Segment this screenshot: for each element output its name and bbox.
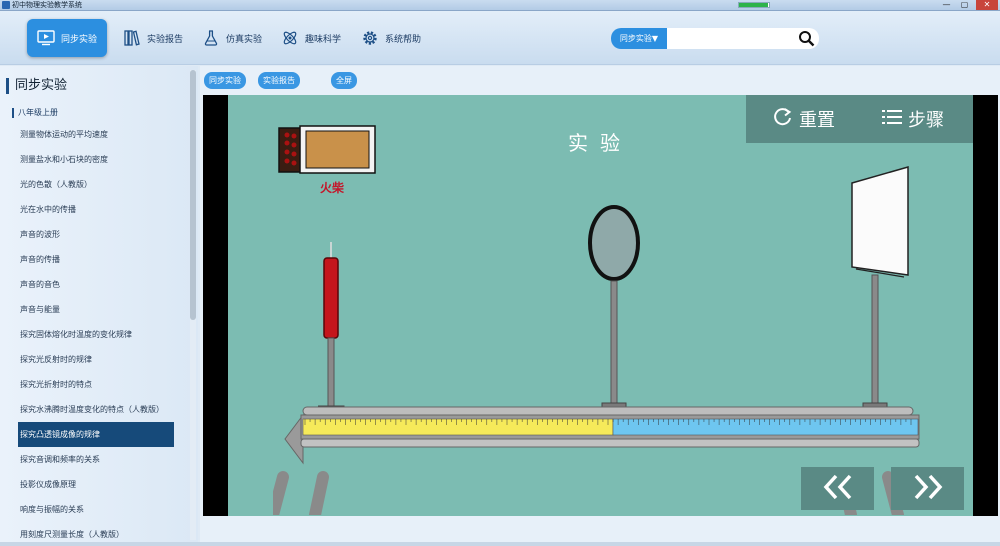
atom-icon xyxy=(281,29,299,47)
steps-label: 步骤 xyxy=(908,110,944,131)
double-chevron-right-icon xyxy=(912,473,944,505)
sidebar-item[interactable]: 用刻度尺测量长度（人教版） xyxy=(18,522,174,542)
app-icon xyxy=(2,1,10,9)
tab-experiment-report[interactable]: 实验报告 xyxy=(258,72,300,89)
experiment-stage: 实验 火柴 重置 步骤 xyxy=(203,95,998,516)
gear-icon xyxy=(361,29,379,47)
nav-sync-experiment[interactable]: 同步实验 xyxy=(27,19,107,57)
sidebar-item[interactable]: 测量物体运动的平均速度 xyxy=(18,122,174,147)
scene-title: 实验 xyxy=(568,131,632,155)
sidebar-item[interactable]: 声音的传播 xyxy=(18,247,174,272)
list-icon xyxy=(882,108,902,131)
scrollbar-thumb[interactable] xyxy=(190,70,196,320)
nav-label: 实验报告 xyxy=(147,34,184,45)
search-icon[interactable] xyxy=(798,30,815,47)
nav-label: 仿真实验 xyxy=(226,34,263,45)
sidebar-item[interactable]: 探究凸透镜成像的规律 xyxy=(18,422,174,447)
matchbox-label: 火柴 xyxy=(320,181,345,195)
nav-experiment-report[interactable]: 实验报告 xyxy=(117,19,189,57)
reset-icon xyxy=(773,107,793,132)
sidebar-item[interactable]: 投影仪成像原理 xyxy=(18,472,174,497)
maximize-button[interactable]: ▢ xyxy=(956,0,973,10)
window-title: 初中物理实验教学系统 xyxy=(12,1,82,9)
nav-system-help[interactable]: 系统帮助 xyxy=(355,19,427,57)
search-input[interactable] xyxy=(669,30,793,47)
sidebar-item[interactable]: 探究光反射时的规律 xyxy=(18,347,174,372)
sidebar-item[interactable]: 声音的波形 xyxy=(18,222,174,247)
tab-sync-experiment[interactable]: 同步实验 xyxy=(204,72,246,89)
monitor-play-icon xyxy=(37,29,55,47)
sidebar-grade-label: 八年级上册 xyxy=(12,108,58,118)
previous-step-button[interactable] xyxy=(801,467,874,510)
books-icon xyxy=(123,29,141,47)
content-area: 同步实验 实验报告 全屏 实验 火柴 重置 步骤 xyxy=(200,66,1000,542)
sidebar-item[interactable]: 响度与振幅的关系 xyxy=(18,497,174,522)
steps-button[interactable]: 步骤 xyxy=(882,105,944,133)
nav-label: 趣味科学 xyxy=(305,34,342,45)
sidebar-item[interactable]: 声音与能量 xyxy=(18,297,174,322)
fullscreen-button[interactable]: 全屏 xyxy=(331,72,357,89)
search-scope-dropdown[interactable]: 同步实验▼ xyxy=(611,28,667,49)
next-step-button[interactable] xyxy=(891,467,964,510)
flask-icon xyxy=(202,29,220,47)
sidebar-item[interactable]: 光在水中的传播 xyxy=(18,197,174,222)
top-navigation: 同步实验 实验报告 仿真实验 趣味科学 系统帮助 同步实验▼ xyxy=(0,11,1000,65)
experiment-list: 测量物体运动的平均速度 测量盐水和小石块的密度 光的色散（人教版） 光在水中的传播 声音… xyxy=(18,122,174,542)
reset-button[interactable]: 重置 xyxy=(773,105,835,133)
sidebar-title: 同步实验 xyxy=(6,78,67,94)
sidebar-item[interactable]: 探究光折射时的特点 xyxy=(18,372,174,397)
nav-label: 同步实验 xyxy=(61,34,98,45)
candle[interactable] xyxy=(317,240,348,415)
experiment-scene: 实验 火柴 重置 步骤 xyxy=(228,95,973,516)
progress-fill xyxy=(739,3,768,7)
sidebar-item[interactable]: 探究固体熔化时温度的变化规律 xyxy=(18,322,174,347)
close-button[interactable]: ✕ xyxy=(976,0,998,10)
sidebar-item[interactable]: 声音的音色 xyxy=(18,272,174,297)
sidebar-item[interactable]: 光的色散（人教版） xyxy=(18,172,174,197)
scene-control-bar: 重置 步骤 xyxy=(746,95,973,143)
loading-progress xyxy=(738,2,770,8)
taskbar-strip xyxy=(0,542,1000,546)
light-screen[interactable] xyxy=(848,165,910,415)
nav-label: 系统帮助 xyxy=(385,34,422,45)
sidebar-item[interactable]: 探究音调和频率的关系 xyxy=(18,447,174,472)
reset-label: 重置 xyxy=(799,110,835,131)
sidebar-scrollbar[interactable] xyxy=(190,70,196,540)
sidebar-item[interactable]: 探究水沸腾时温度变化的特点（人教版） xyxy=(18,397,174,422)
sidebar: 同步实验 八年级上册 测量物体运动的平均速度 测量盐水和小石块的密度 光的色散（人教… xyxy=(0,66,198,542)
matchbox[interactable]: 火柴 xyxy=(278,125,376,195)
window-titlebar: 初中物理实验教学系统 — ▢ ✕ xyxy=(0,0,1000,11)
minimize-button[interactable]: — xyxy=(938,0,955,10)
sidebar-item[interactable]: 测量盐水和小石块的密度 xyxy=(18,147,174,172)
search-box: 同步实验▼ xyxy=(611,28,819,49)
nav-simulation-experiment[interactable]: 仿真实验 xyxy=(196,19,268,57)
double-chevron-left-icon xyxy=(822,473,854,505)
nav-fun-science[interactable]: 趣味科学 xyxy=(275,19,347,57)
convex-lens[interactable] xyxy=(588,205,644,415)
